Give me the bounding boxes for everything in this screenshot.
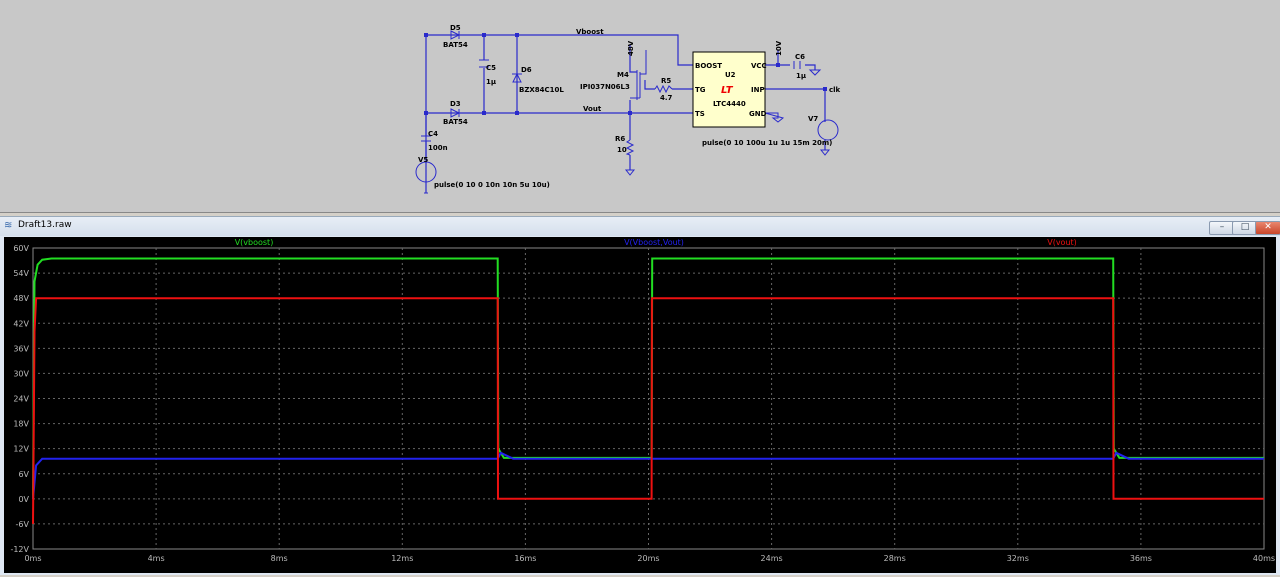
y-tick-label: 60V bbox=[13, 244, 29, 253]
label-u2: U2 bbox=[725, 71, 736, 79]
x-tick-label: 36ms bbox=[1130, 554, 1152, 563]
y-tick-label: -12V bbox=[10, 545, 29, 554]
x-tick-label: 20ms bbox=[637, 554, 659, 563]
window-title: Draft13.raw bbox=[18, 220, 72, 230]
pin-gnd: GND bbox=[749, 110, 767, 118]
y-tick-label: 48V bbox=[13, 294, 29, 303]
label-c5: C5 bbox=[486, 64, 496, 72]
schematic-editor[interactable]: D5 BAT54 D3 BAT54 C5 1µ D6 BZX84C10L C4 … bbox=[0, 0, 1280, 213]
waveform-plot[interactable]: 0ms 4ms 8ms 12ms 16ms 20ms 24ms 28ms 32ms 36ms 40m… bbox=[4, 237, 1276, 573]
label-r5: R5 bbox=[661, 77, 671, 85]
capacitor-c6 bbox=[793, 61, 801, 69]
label-48v: 48V bbox=[627, 40, 635, 56]
window-titlebar[interactable]: ≋ Draft13.raw – □ ✕ bbox=[0, 217, 1280, 236]
legend-label: V(vout) bbox=[1047, 238, 1077, 247]
label-c6-value: 1µ bbox=[796, 72, 806, 80]
waveform-window: ≋ Draft13.raw – □ ✕ 0ms 4ms 8ms 12ms 16ms 20m… bbox=[0, 216, 1280, 575]
label-v5: V5 bbox=[418, 156, 428, 164]
voltage-source-v7 bbox=[817, 119, 839, 141]
resistor-r5 bbox=[654, 84, 673, 94]
y-tick-label: 42V bbox=[13, 319, 29, 328]
legend: V(vboost) V(Vboost,Vout) V(vout) bbox=[235, 238, 1077, 247]
label-r5-value: 4.7 bbox=[660, 94, 673, 102]
trace-v-vout- bbox=[32, 297, 1264, 524]
net-label-vboost: Vboost bbox=[576, 28, 604, 36]
label-c5-value: 1µ bbox=[486, 78, 496, 86]
x-tick-label: 8ms bbox=[271, 554, 288, 563]
waveform-icon: ≋ bbox=[4, 220, 13, 231]
y-tick-label: 36V bbox=[13, 344, 29, 353]
x-tick-label: 40ms bbox=[1253, 554, 1275, 563]
label-c4: C4 bbox=[428, 130, 438, 138]
label-v5-value[interactable]: pulse(0 10 0 10n 10n 5u 10u) bbox=[434, 181, 550, 189]
pin-vcc: VCC bbox=[751, 62, 767, 70]
label-u2-part: LTC4440 bbox=[713, 100, 746, 108]
label-m4-model: IPI037N06L3 bbox=[580, 83, 630, 91]
x-tick-label: 0ms bbox=[24, 554, 41, 563]
y-tick-label: 18V bbox=[13, 420, 29, 429]
pin-tg: TG bbox=[695, 86, 706, 94]
lt-logo: LT bbox=[721, 85, 734, 96]
y-tick-label: 30V bbox=[13, 369, 29, 378]
grid bbox=[32, 247, 1265, 550]
net-label-clk: clk bbox=[829, 86, 841, 94]
label-c4-value: 100n bbox=[428, 144, 448, 152]
label-10v: 10V bbox=[775, 40, 783, 56]
tick-labels: 0ms 4ms 8ms 12ms 16ms 20ms 24ms 28ms 32ms 36ms 40m… bbox=[10, 244, 1275, 563]
pin-ts: TS bbox=[695, 110, 705, 118]
close-button[interactable]: ✕ bbox=[1255, 221, 1280, 235]
y-tick-label: 12V bbox=[13, 445, 29, 454]
label-d5-model: BAT54 bbox=[443, 41, 468, 49]
waveform-chart[interactable]: 0ms 4ms 8ms 12ms 16ms 20ms 24ms 28ms 32ms 36ms 40m… bbox=[4, 237, 1276, 573]
legend-label: V(Vboost,Vout) bbox=[624, 238, 684, 247]
label-m4: M4 bbox=[617, 71, 629, 79]
net-label-vout: Vout bbox=[583, 105, 602, 113]
y-tick-label: 24V bbox=[13, 395, 29, 404]
y-tick-label: -6V bbox=[16, 520, 30, 529]
y-tick-label: 0V bbox=[18, 495, 29, 504]
label-d6-model: BZX84C10L bbox=[519, 86, 564, 94]
mosfet-m4 bbox=[630, 50, 647, 100]
x-tick-label: 28ms bbox=[884, 554, 906, 563]
trace-v-vboost-vout- bbox=[32, 451, 1264, 499]
pin-boost: BOOST bbox=[695, 62, 722, 70]
label-r6-value: 10 bbox=[617, 146, 627, 154]
schematic-canvas[interactable]: D5 BAT54 D3 BAT54 C5 1µ D6 BZX84C10L C4 … bbox=[0, 0, 1280, 212]
x-tick-label: 4ms bbox=[148, 554, 165, 563]
resistor-r6 bbox=[625, 139, 635, 156]
x-tick-label: 32ms bbox=[1007, 554, 1029, 563]
x-tick-label: 12ms bbox=[391, 554, 413, 563]
y-tick-label: 6V bbox=[18, 470, 29, 479]
label-d6: D6 bbox=[521, 66, 532, 74]
pin-inp: INP bbox=[751, 86, 765, 94]
label-v7: V7 bbox=[808, 115, 818, 123]
x-tick-label: 24ms bbox=[761, 554, 783, 563]
label-d5: D5 bbox=[450, 24, 461, 32]
label-c6: C6 bbox=[795, 53, 805, 61]
label-d3: D3 bbox=[450, 100, 461, 108]
y-tick-label: 54V bbox=[13, 269, 29, 278]
label-d3-model: BAT54 bbox=[443, 118, 468, 126]
legend-label: V(vboost) bbox=[235, 238, 274, 247]
label-v7-value[interactable]: pulse(0 10 100u 1u 1u 15m 20m) bbox=[702, 139, 832, 147]
label-r6: R6 bbox=[615, 135, 625, 143]
x-tick-label: 16ms bbox=[514, 554, 536, 563]
